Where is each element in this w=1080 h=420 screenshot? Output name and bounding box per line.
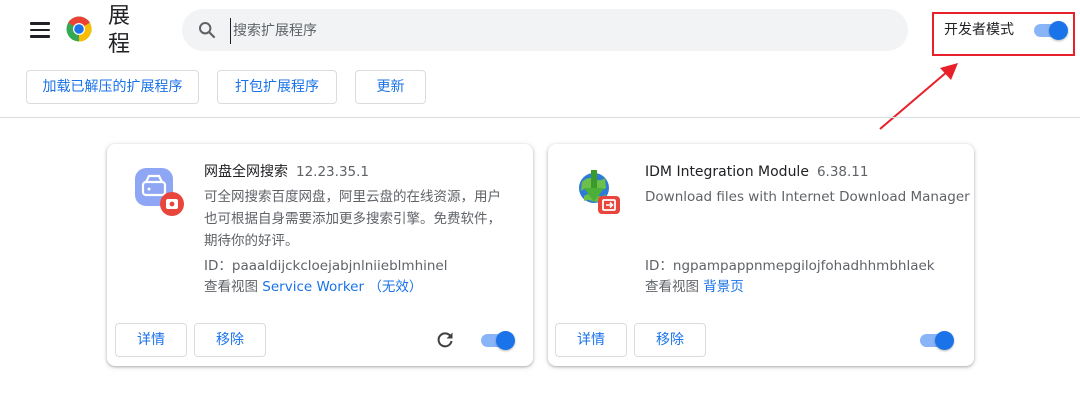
developer-mode-label: 开发者模式 (944, 22, 1014, 38)
page-title: 展 程 (108, 4, 131, 57)
extension-version: 6.38.11 (816, 164, 869, 180)
extension-enable-toggle[interactable] (918, 330, 954, 350)
extension-version: 12.23.35.1 (296, 164, 369, 180)
extension-id: ID：ngpampappnmepgilojfohadhhmbhlaek (645, 258, 935, 274)
extension-name: 网盘全网搜索 12.23.35.1 (204, 164, 369, 180)
inspect-views: 查看视图 背景页 (645, 279, 744, 295)
extension-enable-toggle[interactable] (479, 330, 515, 350)
pack-extension-button[interactable]: 打包扩展程序 (217, 70, 337, 104)
toolbar-divider (0, 117, 1080, 118)
extension-card: 网盘全网搜索 12.23.35.1 可全网搜索百度网盘，阿里云盘的在线资源，用户 … (107, 144, 533, 366)
details-button[interactable]: 详情 (115, 323, 187, 357)
search-input[interactable] (230, 18, 885, 44)
extension-card: IDM Integration Module 6.38.11 Download f… (548, 144, 974, 366)
extension-description: Download files with Internet Download Ma… (645, 189, 970, 205)
extension-description: 可全网搜索百度网盘，阿里云盘的在线资源，用户 也可根据自身需要添加更多搜索引擎。… (204, 189, 501, 249)
extension-name: IDM Integration Module 6.38.11 (645, 164, 869, 180)
hamburger-menu-icon[interactable] (30, 22, 50, 38)
load-unpacked-button[interactable]: 加载已解压的扩展程序 (26, 70, 199, 104)
background-page-link[interactable]: 背景页 (703, 279, 744, 295)
reload-icon[interactable] (435, 330, 455, 350)
service-worker-status: （无效） (368, 279, 423, 295)
developer-mode-toggle[interactable] (1032, 20, 1068, 40)
remove-button[interactable]: 移除 (634, 323, 706, 357)
extension-id: ID：paaaldijckcloejabjnlniieblmhinel (204, 258, 448, 274)
details-button[interactable]: 详情 (555, 323, 627, 357)
chrome-logo-icon (66, 16, 92, 42)
update-button[interactable]: 更新 (355, 70, 426, 104)
annotation-arrow-icon (879, 63, 958, 130)
search-icon (199, 22, 216, 39)
search-box[interactable] (182, 9, 908, 51)
top-bar: 展 程 开发者模式 (0, 0, 1080, 60)
service-worker-link[interactable]: Service Worker (262, 279, 364, 295)
remove-button[interactable]: 移除 (194, 323, 266, 357)
idm-extension-icon (579, 170, 620, 214)
netdisk-search-extension-icon (135, 168, 184, 216)
inspect-views: 查看视图 Service Worker （无效） (204, 279, 423, 295)
